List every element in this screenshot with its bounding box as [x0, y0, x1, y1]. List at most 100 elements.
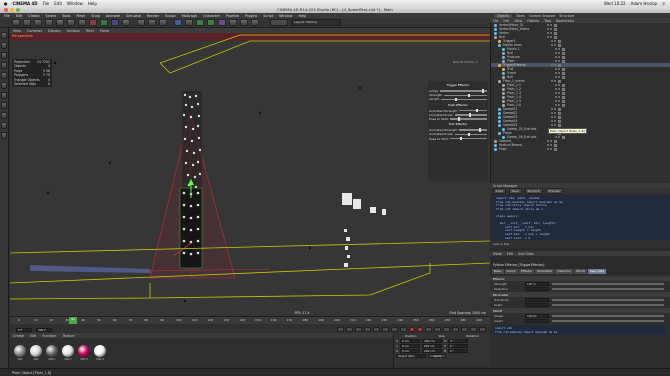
object-tag-icon[interactable]: [562, 47, 565, 51]
object-manager-menu-item[interactable]: Edit: [503, 19, 509, 23]
attribute-value-field[interactable]: [525, 302, 549, 307]
object-manager-menu-item[interactable]: View: [515, 19, 523, 23]
app-menu-item[interactable]: Sculpt: [165, 14, 176, 18]
visibility-toggles[interactable]: [555, 88, 560, 90]
render-visibility-dot[interactable]: [550, 24, 552, 26]
layout-selector[interactable]: Layout: Startup: [291, 19, 341, 26]
render-visibility-dot[interactable]: [558, 52, 560, 54]
attribute-value-field[interactable]: 100 %: [525, 281, 549, 286]
viewport-menu-item[interactable]: Filter: [86, 29, 94, 33]
render-visibility-dot[interactable]: [554, 44, 556, 46]
script-code-editor[interactable]: import c4d, math, random from c4d.modules…: [494, 195, 670, 240]
object-tag-icon[interactable]: [558, 119, 561, 123]
menubar-clock[interactable]: Wed 10:22: [604, 1, 626, 6]
y-axis-icon[interactable]: [100, 19, 108, 26]
visibility-toggles[interactable]: [555, 84, 560, 86]
editor-visibility-dot[interactable]: [555, 76, 557, 78]
previous-frame-button[interactable]: [355, 327, 362, 332]
pen-icon[interactable]: [185, 19, 193, 26]
z-axis-icon[interactable]: [111, 19, 119, 26]
editor-visibility-dot[interactable]: [547, 148, 549, 150]
menubar-help[interactable]: Help: [88, 1, 97, 6]
editor-visibility-dot[interactable]: [555, 88, 557, 90]
loop-button[interactable]: [400, 327, 407, 332]
play-button[interactable]: [364, 327, 371, 332]
material-slot[interactable]: Mat.4: [94, 344, 106, 361]
object-tag-icon[interactable]: [562, 87, 565, 91]
previous-key-button[interactable]: [346, 327, 353, 332]
script-save-button[interactable]: Save: [508, 188, 522, 194]
render-visibility-dot[interactable]: [558, 96, 560, 98]
editor-visibility-dot[interactable]: [551, 124, 553, 126]
render-visibility-dot[interactable]: [558, 56, 560, 58]
slider-knob[interactable]: [457, 117, 460, 121]
visibility-toggles[interactable]: [551, 40, 556, 42]
attribute-slider[interactable]: [552, 314, 664, 317]
visibility-toggles[interactable]: [555, 136, 560, 138]
tab-structure[interactable]: Structure: [559, 14, 574, 18]
hud-parameter-row[interactable]: Ease to Start: [429, 137, 487, 141]
rotation-field[interactable]: 0 °: [448, 338, 469, 343]
attribute-value-field[interactable]: [525, 286, 549, 291]
slider-knob[interactable]: [459, 136, 462, 141]
material-menu-item[interactable]: Function: [42, 334, 56, 338]
editor-visibility-dot[interactable]: [551, 64, 553, 66]
parameter-key-button[interactable]: [461, 327, 468, 332]
visibility-toggles[interactable]: [555, 100, 560, 102]
object-tag-icon[interactable]: [562, 99, 565, 103]
render-visibility-dot[interactable]: [550, 28, 552, 30]
tab-content-browser[interactable]: Content Browser: [529, 14, 556, 18]
render-visibility-dot[interactable]: [554, 108, 556, 110]
menubar-file[interactable]: File: [43, 1, 50, 6]
object-manager-menu-item[interactable]: Objects: [527, 19, 539, 23]
tweak-mode-icon[interactable]: [1, 102, 7, 109]
tab-effector[interactable]: Effector: [519, 268, 535, 274]
material-menu-item[interactable]: Edit: [30, 334, 36, 338]
go-to-start-button[interactable]: [337, 327, 344, 332]
object-tag-icon[interactable]: [558, 39, 561, 43]
rotation-field[interactable]: 0 °: [448, 348, 469, 353]
redo-icon[interactable]: [23, 19, 31, 26]
visibility-toggles[interactable]: [547, 28, 552, 30]
frame-ruler[interactable]: 0 10 20 30 40 50 60 70 80 90 100 110 120 130 140 150 160…: [10, 317, 490, 324]
polygons-mode-icon[interactable]: [1, 82, 7, 89]
app-menu-item[interactable]: Simulate: [126, 14, 141, 18]
viewport-menu-item[interactable]: Display: [48, 29, 61, 33]
move-icon[interactable]: [45, 19, 53, 26]
app-menu-item[interactable]: Render: [147, 14, 159, 18]
viewport-menu-item[interactable]: Panel: [100, 29, 109, 33]
points-mode-icon[interactable]: [1, 62, 7, 69]
model-mode-icon[interactable]: [1, 32, 7, 39]
visibility-toggles[interactable]: [555, 96, 560, 98]
editor-visibility-dot[interactable]: [555, 92, 557, 94]
hud-parameter-slider[interactable]: [454, 132, 487, 137]
visibility-toggles[interactable]: [555, 68, 560, 70]
material-slot[interactable]: Mat.2: [62, 344, 74, 361]
app-menu-item[interactable]: MoGraph: [182, 14, 197, 18]
tab-user-data[interactable]: User Data: [587, 268, 607, 274]
editor-visibility-dot[interactable]: [547, 28, 549, 30]
size-field[interactable]: 200 cm: [421, 343, 442, 348]
timeline-settings-button[interactable]: [479, 327, 486, 332]
visibility-toggles[interactable]: [555, 92, 560, 94]
attribute-slider[interactable]: [552, 282, 664, 285]
visibility-toggles[interactable]: [555, 72, 560, 74]
slider-knob[interactable]: [469, 113, 472, 117]
object-tag-icon[interactable]: [562, 55, 565, 59]
visibility-toggles[interactable]: [547, 140, 552, 142]
material-slot[interactable]: Mat: [14, 344, 26, 361]
point-level-key-button[interactable]: [470, 327, 477, 332]
next-frame-button[interactable]: [373, 327, 380, 332]
render-visibility-dot[interactable]: [554, 64, 556, 66]
apple-icon[interactable]: ●: [4, 1, 8, 6]
rotate-icon[interactable]: [67, 19, 75, 26]
render-visibility-dot[interactable]: [550, 144, 552, 146]
edges-mode-icon[interactable]: [1, 72, 7, 79]
viewport-menu-item[interactable]: Cameras: [27, 29, 42, 33]
hud-parameter-slider[interactable]: [450, 136, 487, 141]
visibility-toggles[interactable]: [555, 76, 560, 78]
material-preview-sphere[interactable]: [46, 344, 58, 357]
record-button[interactable]: [409, 327, 415, 332]
attribute-slider[interactable]: [552, 287, 664, 290]
object-tag-icon[interactable]: [562, 135, 565, 139]
